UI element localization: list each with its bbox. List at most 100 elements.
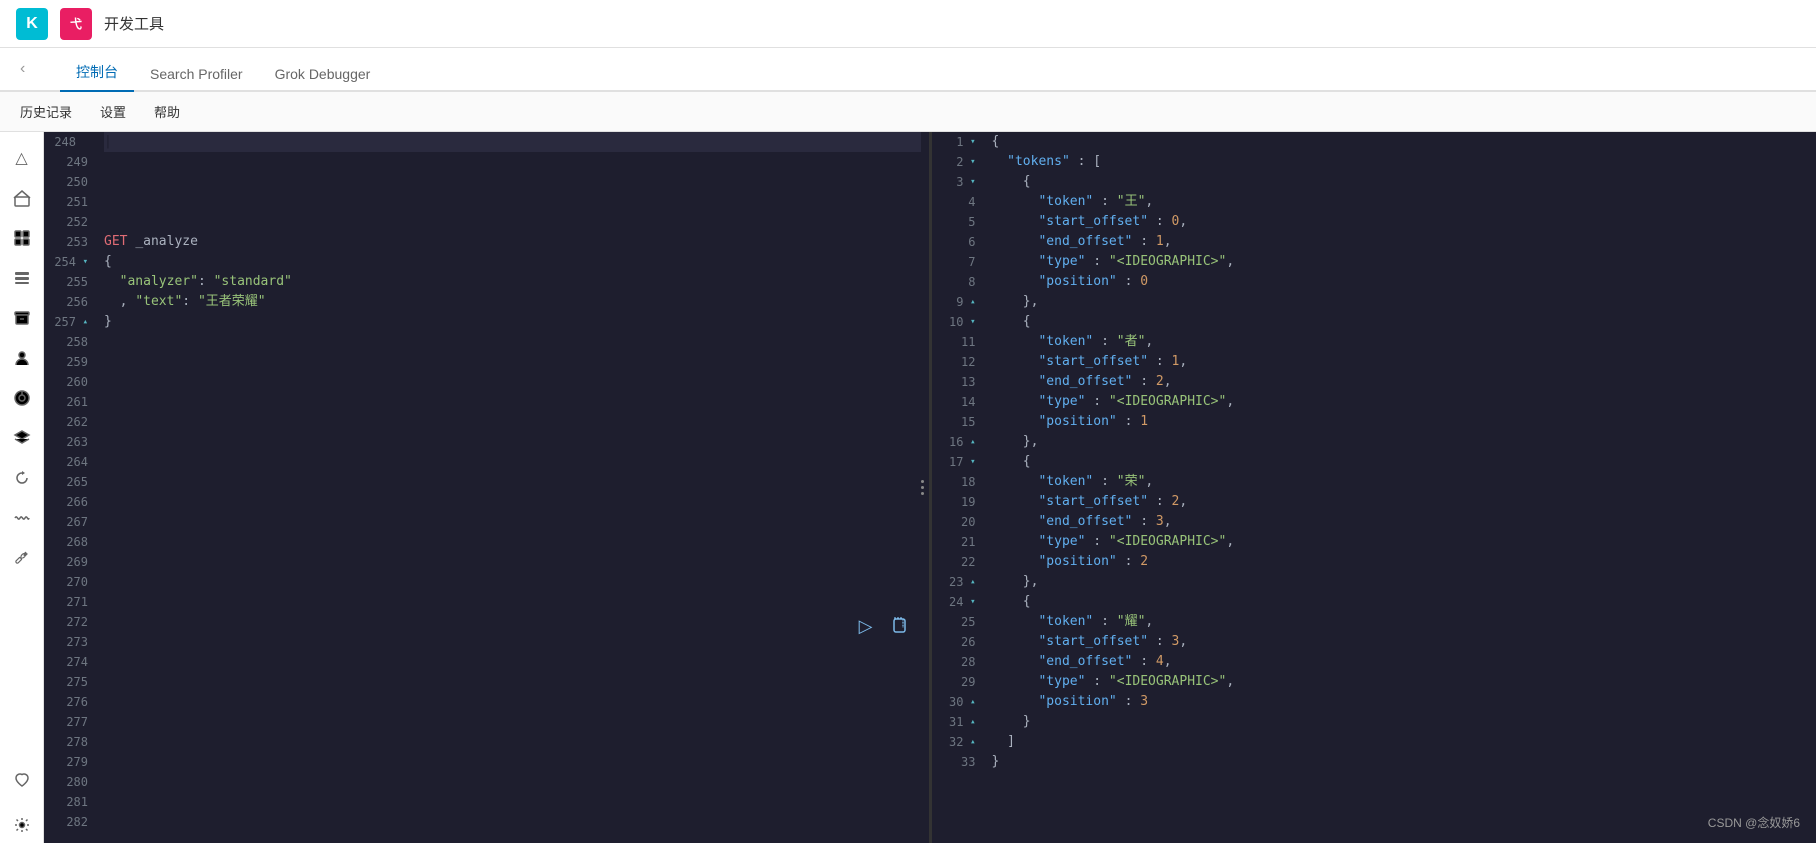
sidebar-icon-user[interactable]: [4, 340, 40, 376]
app-icon: 弋: [60, 8, 92, 40]
logo-k: K: [26, 15, 38, 33]
editor-area: 248 249 250 251 252 253 254▾ 255 256 257…: [44, 132, 1816, 843]
r-code-line-32: ]: [992, 732, 1809, 752]
tab-search-profiler[interactable]: Search Profiler: [134, 58, 259, 92]
editor-divider[interactable]: [917, 132, 929, 843]
watermark: CSDN @念奴娇6: [1708, 814, 1800, 831]
sidebar-icon-layers[interactable]: [4, 420, 40, 456]
code-line-280: [104, 772, 921, 792]
r-code-line-12: "start_offset" : 1,: [992, 352, 1809, 372]
top-bar: K 弋 开发工具: [0, 0, 1816, 48]
code-line-273: [104, 632, 921, 652]
sub-menu-settings[interactable]: 设置: [88, 96, 138, 127]
right-code-area[interactable]: 1▾ 2▾ 3▾ 4 5 6 7 8 9▴ 10▾ 11 12 13 14 15…: [932, 132, 1816, 843]
right-editor: 1▾ 2▾ 3▾ 4 5 6 7 8 9▴ 10▾ 11 12 13 14 15…: [929, 132, 1816, 843]
r-code-line-8: "position" : 0: [992, 272, 1809, 292]
code-line-262: [104, 412, 921, 432]
code-line-271: [104, 592, 921, 612]
r-code-line-22: "position" : 2: [992, 552, 1809, 572]
code-line-256: , "text": "王者荣耀": [104, 292, 921, 312]
r-code-line-26: "start_offset" : 3,: [992, 632, 1809, 652]
sidebar: △: [0, 132, 44, 843]
code-line-250: [104, 172, 921, 192]
app-icon-text: 弋: [70, 15, 82, 32]
code-line-259: [104, 352, 921, 372]
kibana-logo: K: [16, 8, 48, 40]
left-code-area[interactable]: 248 249 250 251 252 253 254▾ 255 256 257…: [44, 132, 929, 843]
r-code-line-21: "type" : "<IDEOGRAPHIC>",: [992, 532, 1809, 552]
r-code-line-2: "tokens" : [: [992, 152, 1809, 172]
left-editor: 248 249 250 251 252 253 254▾ 255 256 257…: [44, 132, 929, 843]
r-code-line-18: "token" : "荣",: [992, 472, 1809, 492]
code-line-277: [104, 712, 921, 732]
nav-back-icon[interactable]: ‹: [20, 60, 25, 78]
code-line-258: [104, 332, 921, 352]
code-line-264: [104, 452, 921, 472]
copy-button[interactable]: [885, 610, 913, 643]
action-buttons: ▷: [855, 610, 913, 643]
code-line-251: [104, 192, 921, 212]
r-code-line-23: },: [992, 572, 1809, 592]
tab-grok-debugger[interactable]: Grok Debugger: [259, 58, 387, 92]
sub-menu-help[interactable]: 帮助: [142, 96, 192, 127]
code-line-269: [104, 552, 921, 572]
r-code-line-15: "position" : 1: [992, 412, 1809, 432]
r-code-line-33: }: [992, 752, 1809, 772]
r-code-line-13: "end_offset" : 2,: [992, 372, 1809, 392]
sidebar-icon-heart[interactable]: [4, 767, 40, 803]
right-code-content[interactable]: { "tokens" : [ { "token" : "王", "start_o…: [984, 132, 1816, 843]
r-code-line-16: },: [992, 432, 1809, 452]
sidebar-icon-gear[interactable]: [4, 807, 40, 843]
code-line-275: [104, 672, 921, 692]
r-code-line-19: "start_offset" : 2,: [992, 492, 1809, 512]
r-code-line-31: }: [992, 712, 1809, 732]
code-line-266: [104, 492, 921, 512]
code-line-248: |: [104, 132, 921, 152]
tab-bar: ‹ 控制台 Search Profiler Grok Debugger: [0, 48, 1816, 92]
main-content: △: [0, 132, 1816, 843]
r-code-line-9: },: [992, 292, 1809, 312]
code-line-252: [104, 212, 921, 232]
r-code-line-6: "end_offset" : 1,: [992, 232, 1809, 252]
r-code-line-3: {: [992, 172, 1809, 192]
sidebar-icon-wrench[interactable]: [4, 540, 40, 576]
r-code-line-20: "end_offset" : 3,: [992, 512, 1809, 532]
code-line-270: [104, 572, 921, 592]
sidebar-icon-data[interactable]: [4, 260, 40, 296]
sub-menu-history[interactable]: 历史记录: [8, 96, 84, 127]
code-line-282: [104, 812, 921, 832]
code-line-281: [104, 792, 921, 812]
code-line-278: [104, 732, 921, 752]
code-line-261: [104, 392, 921, 412]
tab-console[interactable]: 控制台: [60, 54, 134, 92]
r-code-line-17: {: [992, 452, 1809, 472]
r-code-line-28: "end_offset" : 4,: [992, 652, 1809, 672]
code-line-249: [104, 152, 921, 172]
sidebar-icon-back[interactable]: △: [4, 140, 40, 176]
code-line-255: "analyzer": "standard": [104, 272, 921, 292]
code-line-254: {: [104, 252, 921, 272]
code-line-263: [104, 432, 921, 452]
r-code-line-25: "token" : "耀",: [992, 612, 1809, 632]
sidebar-icon-wave[interactable]: [4, 500, 40, 536]
r-code-line-30: "position" : 3: [992, 692, 1809, 712]
sub-menu-bar: 历史记录 设置 帮助: [0, 92, 1816, 132]
code-line-268: [104, 532, 921, 552]
sidebar-icon-analytics[interactable]: [4, 380, 40, 416]
run-button[interactable]: ▷: [855, 612, 877, 641]
r-code-line-11: "token" : "者",: [992, 332, 1809, 352]
r-code-line-5: "start_offset" : 0,: [992, 212, 1809, 232]
r-code-line-14: "type" : "<IDEOGRAPHIC>",: [992, 392, 1809, 412]
left-code-content[interactable]: | GET _analyze { "analyzer": "standard" …: [96, 132, 929, 843]
sidebar-icon-refresh[interactable]: [4, 460, 40, 496]
r-code-line-29: "type" : "<IDEOGRAPHIC>",: [992, 672, 1809, 692]
r-code-line-1: {: [992, 132, 1809, 152]
sidebar-icon-grid[interactable]: [4, 220, 40, 256]
code-line-274: [104, 652, 921, 672]
code-line-272: [104, 612, 921, 632]
sidebar-icon-archive[interactable]: [4, 300, 40, 336]
r-code-line-4: "token" : "王",: [992, 192, 1809, 212]
left-line-numbers: 248 249 250 251 252 253 254▾ 255 256 257…: [44, 132, 96, 843]
r-code-line-10: {: [992, 312, 1809, 332]
sidebar-icon-home[interactable]: [4, 180, 40, 216]
